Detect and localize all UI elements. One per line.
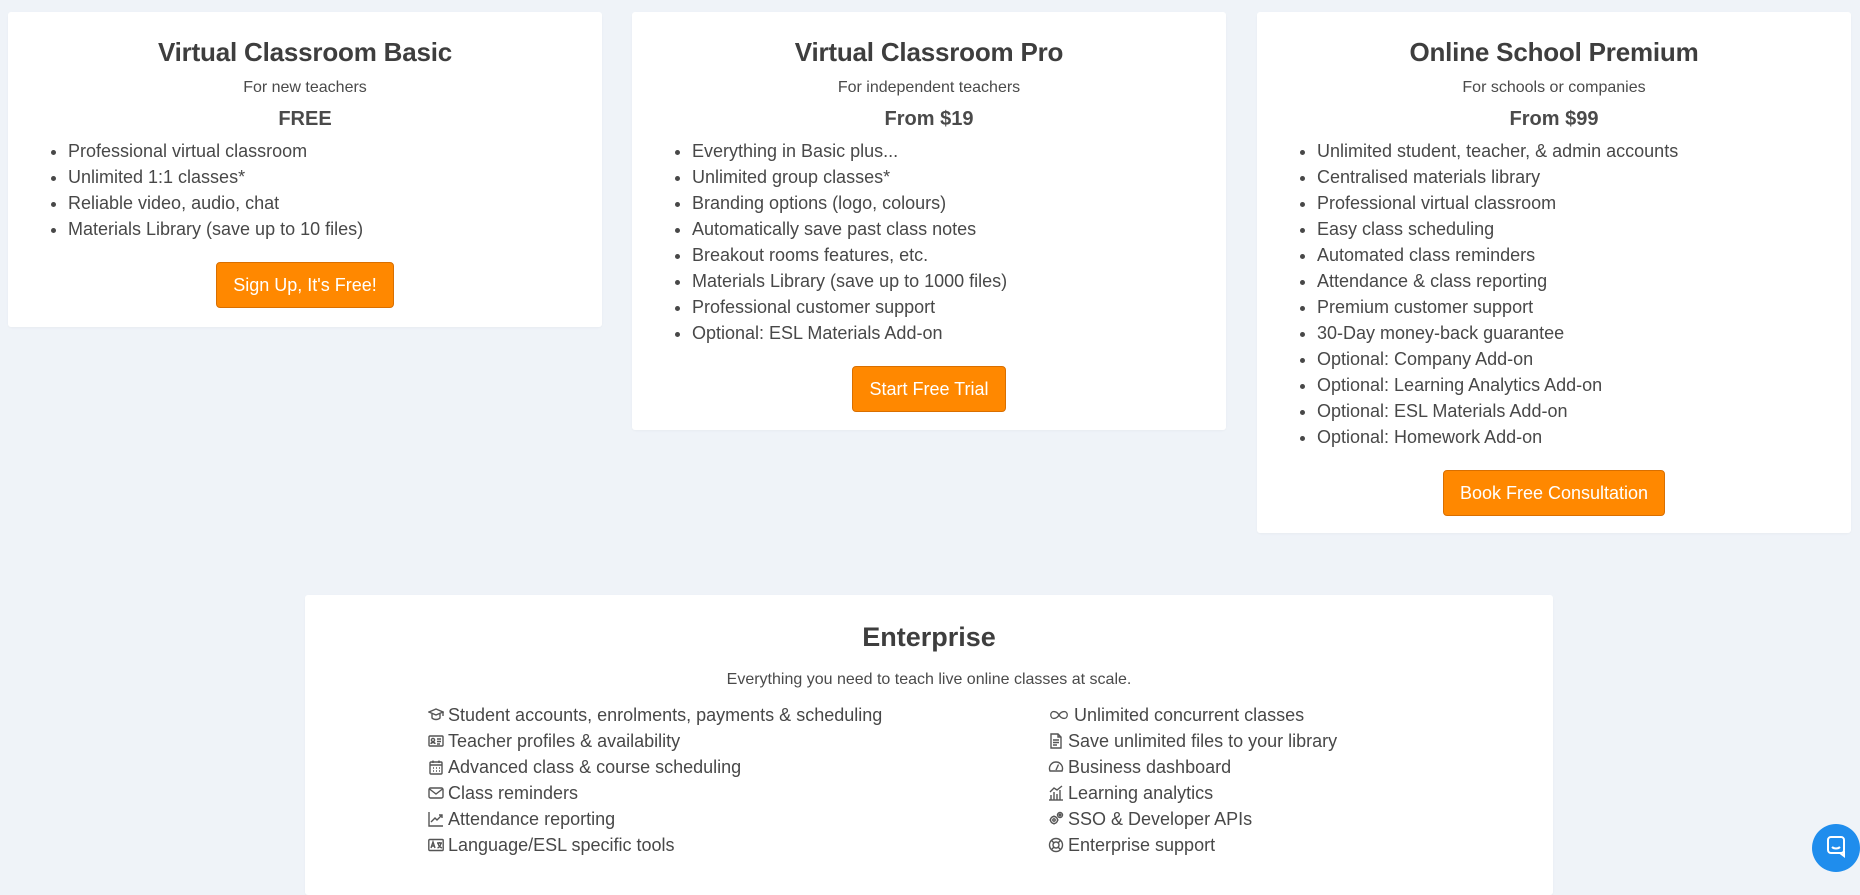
feature-item: Materials Library (save up to 10 files) — [68, 216, 602, 242]
enterprise-feature-grid: Student accounts, enrolments, payments &… — [305, 702, 1553, 862]
feature-item: Breakout rooms features, etc. — [692, 242, 1226, 268]
enterprise-feature: Teacher profiles & availability — [427, 728, 882, 754]
enterprise-feature: Class reminders — [427, 780, 882, 806]
feature-item: Professional virtual classroom — [1317, 190, 1851, 216]
enterprise-feature-label: Advanced class & course scheduling — [448, 756, 742, 777]
enterprise-left-column: Student accounts, enrolments, payments &… — [427, 702, 882, 858]
enterprise-title: Enterprise — [862, 622, 996, 652]
feature-item: Professional virtual classroom — [68, 138, 602, 164]
enterprise-feature-label: Learning analytics — [1068, 782, 1214, 803]
feature-item: Automatically save past class notes — [692, 216, 1226, 242]
feature-item: Optional: Homework Add-on — [1317, 424, 1851, 450]
envelope-icon — [427, 784, 445, 802]
document-icon — [1047, 732, 1065, 750]
plan-subtitle: For schools or companies — [1462, 79, 1646, 96]
feature-item: Optional: ESL Materials Add-on — [692, 320, 1226, 346]
enterprise-feature: Business dashboard — [1047, 754, 1337, 780]
enterprise-feature: Learning analytics — [1047, 780, 1337, 806]
infinity-icon — [1047, 706, 1071, 724]
plan-subtitle: For new teachers — [243, 79, 367, 96]
feature-item: Attendance & class reporting — [1317, 268, 1851, 294]
enterprise-feature-label: Attendance reporting — [448, 808, 616, 829]
feature-item: Centralised materials library — [1317, 164, 1851, 190]
enterprise-feature-label: Save unlimited files to your library — [1068, 730, 1338, 751]
plan-title: Virtual Classroom Pro — [794, 37, 1064, 67]
plan-subtitle: For independent teachers — [837, 79, 1021, 96]
feature-list: Professional virtual classroom Unlimited… — [8, 138, 602, 242]
feature-item: Automated class reminders — [1317, 242, 1851, 268]
feature-item: Unlimited student, teacher, & admin acco… — [1317, 138, 1851, 164]
plan-card-basic: Virtual Classroom Basic For new teachers… — [8, 12, 602, 327]
enterprise-feature: Enterprise support — [1047, 832, 1337, 858]
feature-list: Unlimited student, teacher, & admin acco… — [1257, 138, 1851, 450]
plan-title: Online School Premium — [1409, 37, 1699, 67]
trend-chart-icon — [427, 810, 445, 828]
enterprise-feature-label: Class reminders — [448, 782, 579, 803]
feature-item: Materials Library (save up to 1000 files… — [692, 268, 1226, 294]
enterprise-feature: Save unlimited files to your library — [1047, 728, 1337, 754]
enterprise-feature-label: Business dashboard — [1068, 756, 1232, 777]
feature-item: Everything in Basic plus... — [692, 138, 1226, 164]
graduation-icon — [427, 706, 445, 724]
enterprise-feature-label: Teacher profiles & availability — [448, 730, 681, 751]
book-consultation-button[interactable]: Book Free Consultation — [1442, 470, 1666, 516]
enterprise-feature-label: SSO & Developer APIs — [1068, 808, 1253, 829]
plan-card-pro: Virtual Classroom Pro For independent te… — [632, 12, 1226, 430]
enterprise-card: Enterprise Everything you need to teach … — [305, 595, 1553, 895]
gears-icon — [1047, 810, 1065, 828]
start-free-trial-button[interactable]: Start Free Trial — [852, 366, 1006, 412]
enterprise-feature: Student accounts, enrolments, payments &… — [427, 702, 882, 728]
bar-chart-icon — [1047, 784, 1065, 802]
feature-item: Easy class scheduling — [1317, 216, 1851, 242]
feature-item: Premium customer support — [1317, 294, 1851, 320]
calendar-icon — [427, 758, 445, 776]
plan-price: FREE — [278, 108, 332, 130]
chat-launcher-button[interactable] — [1812, 824, 1860, 872]
translate-icon — [427, 836, 445, 854]
enterprise-feature: Language/ESL specific tools — [427, 832, 882, 858]
feature-item: Unlimited group classes* — [692, 164, 1226, 190]
plan-price: From $99 — [1509, 108, 1599, 130]
enterprise-feature: Attendance reporting — [427, 806, 882, 832]
enterprise-feature-label: Unlimited concurrent classes — [1074, 704, 1305, 725]
plan-card-premium: Online School Premium For schools or com… — [1257, 12, 1851, 533]
enterprise-feature-label: Language/ESL specific tools — [448, 834, 675, 855]
feature-item: Professional customer support — [692, 294, 1226, 320]
lifebuoy-icon — [1047, 836, 1065, 854]
feature-item: Optional: ESL Materials Add-on — [1317, 398, 1851, 424]
enterprise-right-column: Unlimited concurrent classes Save unlimi… — [1047, 702, 1337, 858]
sign-up-button[interactable]: Sign Up, It's Free! — [216, 262, 394, 308]
chat-icon — [1824, 834, 1848, 863]
feature-item: Optional: Company Add-on — [1317, 346, 1851, 372]
enterprise-feature: Unlimited concurrent classes — [1047, 702, 1337, 728]
enterprise-feature: SSO & Developer APIs — [1047, 806, 1337, 832]
feature-item: Unlimited 1:1 classes* — [68, 164, 602, 190]
enterprise-feature-label: Student accounts, enrolments, payments &… — [448, 704, 883, 725]
id-card-icon — [427, 732, 445, 750]
plan-price: From $19 — [884, 108, 974, 130]
feature-item: 30-Day money-back guarantee — [1317, 320, 1851, 346]
feature-item: Reliable video, audio, chat — [68, 190, 602, 216]
enterprise-feature: Advanced class & course scheduling — [427, 754, 882, 780]
plan-title: Virtual Classroom Basic — [157, 37, 453, 67]
speedometer-icon — [1047, 758, 1065, 776]
enterprise-subtitle: Everything you need to teach live online… — [726, 671, 1132, 688]
feature-list: Everything in Basic plus... Unlimited gr… — [632, 138, 1226, 346]
feature-item: Optional: Learning Analytics Add-on — [1317, 372, 1851, 398]
enterprise-feature-label: Enterprise support — [1068, 834, 1216, 855]
feature-item: Branding options (logo, colours) — [692, 190, 1226, 216]
